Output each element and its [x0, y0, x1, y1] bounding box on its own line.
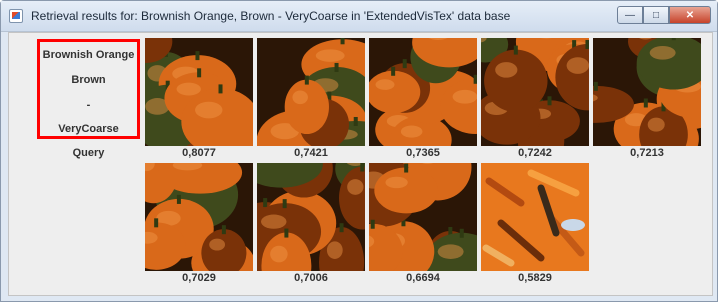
result-thumbnail[interactable] [257, 38, 365, 146]
window-title: Retrieval results for: Brownish Orange, … [31, 9, 511, 23]
java-app-icon [9, 9, 23, 23]
result-image [145, 38, 253, 146]
query-coarseness: VeryCoarse [58, 123, 119, 135]
result-thumbnail[interactable] [481, 163, 589, 271]
maximize-icon: □ [652, 9, 660, 21]
query-color-2: Brown [71, 74, 106, 86]
result-thumbnail[interactable] [257, 163, 365, 271]
window-controls: — □ ✕ [617, 6, 711, 24]
result-image [257, 38, 365, 146]
result-image [369, 163, 477, 271]
query-separator: - [86, 99, 91, 111]
result-image [257, 163, 365, 271]
results-panel: Brownish Orange Brown - VeryCoarse Query… [8, 32, 713, 296]
similarity-score: 0,7029 [182, 272, 216, 284]
result-image [369, 38, 477, 146]
maximize-button[interactable]: □ [643, 6, 669, 24]
similarity-score: 0,7365 [406, 147, 440, 159]
similarity-score: 0,7213 [630, 147, 664, 159]
minimize-icon: — [625, 9, 635, 21]
similarity-score: 0,7421 [294, 147, 328, 159]
close-button[interactable]: ✕ [669, 6, 711, 24]
result-image [145, 163, 253, 271]
minimize-button[interactable]: — [617, 6, 643, 24]
result-thumbnail[interactable] [481, 38, 589, 146]
result-image [593, 38, 701, 146]
similarity-score: 0,7242 [518, 147, 552, 159]
title-bar[interactable]: Retrieval results for: Brownish Orange, … [1, 1, 717, 32]
query-descriptor-box: Brownish Orange Brown - VeryCoarse [37, 39, 140, 139]
close-icon: ✕ [685, 9, 695, 21]
query-color-1: Brownish Orange [42, 49, 135, 61]
similarity-score: 0,5829 [518, 272, 552, 284]
result-thumbnail[interactable] [369, 163, 477, 271]
similarity-score: 0,6694 [406, 272, 440, 284]
query-label: Query [72, 147, 105, 159]
result-image [481, 38, 589, 146]
similarity-score: 0,7006 [294, 272, 328, 284]
result-image [481, 163, 589, 271]
result-thumbnail[interactable] [145, 163, 253, 271]
result-thumbnail[interactable] [593, 38, 701, 146]
results-window: Retrieval results for: Brownish Orange, … [0, 0, 718, 302]
similarity-score: 0,8077 [182, 147, 216, 159]
result-thumbnail[interactable] [145, 38, 253, 146]
result-thumbnail[interactable] [369, 38, 477, 146]
